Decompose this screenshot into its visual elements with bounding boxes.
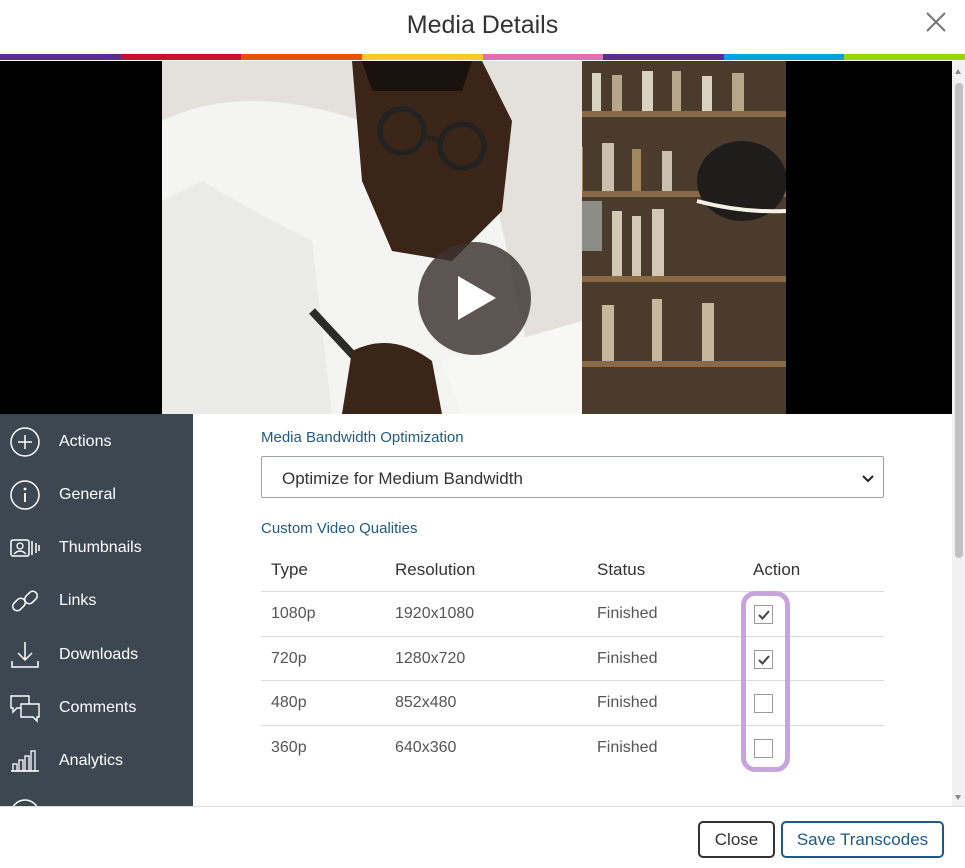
comments-icon <box>9 692 41 724</box>
stripe-segment <box>241 54 362 60</box>
chevron-down-icon <box>861 471 875 485</box>
table-row: 480p 852x480 Finished <box>261 680 884 725</box>
sidebar-item-label: Thumbnails <box>59 539 142 556</box>
close-button[interactable]: Close <box>698 821 775 858</box>
stripe-segment <box>482 54 604 60</box>
stripe-segment <box>120 54 242 60</box>
download-icon <box>9 639 41 671</box>
sidebar-item-label: General <box>59 486 116 503</box>
bandwidth-select[interactable]: Optimize for Medium Bandwidth <box>261 456 884 498</box>
more-icon <box>9 798 41 806</box>
close-icon[interactable] <box>922 8 950 36</box>
scroll-down-icon[interactable] <box>955 795 961 800</box>
sidebar-item-downloads[interactable]: Downloads <box>0 629 193 677</box>
sidebar-item-label: Downloads <box>59 646 139 663</box>
column-header-type: Type <box>271 560 308 579</box>
sidebar-item-actions[interactable]: Actions <box>0 416 193 464</box>
vertical-scrollbar[interactable] <box>952 61 965 806</box>
dialog-title: Media Details <box>406 11 559 39</box>
scroll-up-icon[interactable] <box>955 69 961 74</box>
stripe-segment <box>723 54 845 60</box>
sidebar-item-analytics[interactable]: Analytics <box>0 735 193 783</box>
analytics-icon <box>9 745 41 777</box>
cell-type: 1080p <box>271 605 316 622</box>
cell-type: 480p <box>271 694 307 711</box>
video-player[interactable] <box>0 61 952 414</box>
action-column-highlight <box>741 591 790 772</box>
cell-resolution: 640x360 <box>395 739 457 756</box>
bandwidth-select-value: Optimize for Medium Bandwidth <box>282 469 523 488</box>
brand-stripe <box>0 54 965 60</box>
save-transcodes-button[interactable]: Save Transcodes <box>781 821 944 858</box>
sidebar: Actions General Thumbnails Links Downloa… <box>0 414 193 806</box>
video-frame <box>162 61 786 414</box>
thumbnails-icon <box>9 532 41 564</box>
sidebar-item-label: Analytics <box>59 752 124 769</box>
link-icon <box>9 585 41 617</box>
sidebar-item-label: Links <box>59 592 97 609</box>
cell-status: Finished <box>597 650 658 667</box>
bandwidth-label: Media Bandwidth Optimization <box>261 429 464 446</box>
plus-circle-icon <box>9 426 41 458</box>
person-image <box>162 61 582 414</box>
scrollbar-thumb[interactable] <box>955 83 963 558</box>
sidebar-item-thumbnails[interactable]: Thumbnails <box>0 522 193 570</box>
cell-type: 360p <box>271 739 307 756</box>
table-row: 1080p 1920x1080 Finished <box>261 591 884 636</box>
details-panel: Media Bandwidth Optimization Optimize fo… <box>193 414 952 806</box>
stripe-segment <box>361 54 483 60</box>
cell-resolution: 1920x1080 <box>395 605 475 622</box>
cell-resolution: 1280x720 <box>395 650 466 667</box>
sidebar-item-label: Actions <box>59 433 112 450</box>
column-header-status: Status <box>597 560 646 579</box>
cell-status: Finished <box>597 605 658 622</box>
sidebar-item-links[interactable]: Links <box>0 575 193 623</box>
cell-type: 720p <box>271 650 307 667</box>
sidebar-item-general[interactable]: General <box>0 469 193 517</box>
dialog-footer: Close Save Transcodes <box>0 806 965 868</box>
sidebar-item-comments[interactable]: Comments <box>0 682 193 730</box>
dialog-header: Media Details <box>0 0 965 54</box>
stripe-segment <box>603 54 724 60</box>
play-button[interactable] <box>418 242 531 355</box>
sidebar-item-label: Comments <box>59 699 137 716</box>
info-icon <box>9 479 41 511</box>
cell-status: Finished <box>597 739 658 756</box>
stripe-segment <box>0 54 121 60</box>
stripe-segment <box>844 54 965 60</box>
table-row: 720p 1280x720 Finished <box>261 636 884 681</box>
cell-status: Finished <box>597 694 658 711</box>
qualities-label: Custom Video Qualities <box>261 520 418 537</box>
column-header-action: Action <box>753 560 801 579</box>
cell-resolution: 852x480 <box>395 694 457 711</box>
column-header-resolution: Resolution <box>395 560 476 579</box>
sidebar-item-more[interactable] <box>0 788 193 806</box>
table-row: 360p 640x360 Finished <box>261 725 884 770</box>
